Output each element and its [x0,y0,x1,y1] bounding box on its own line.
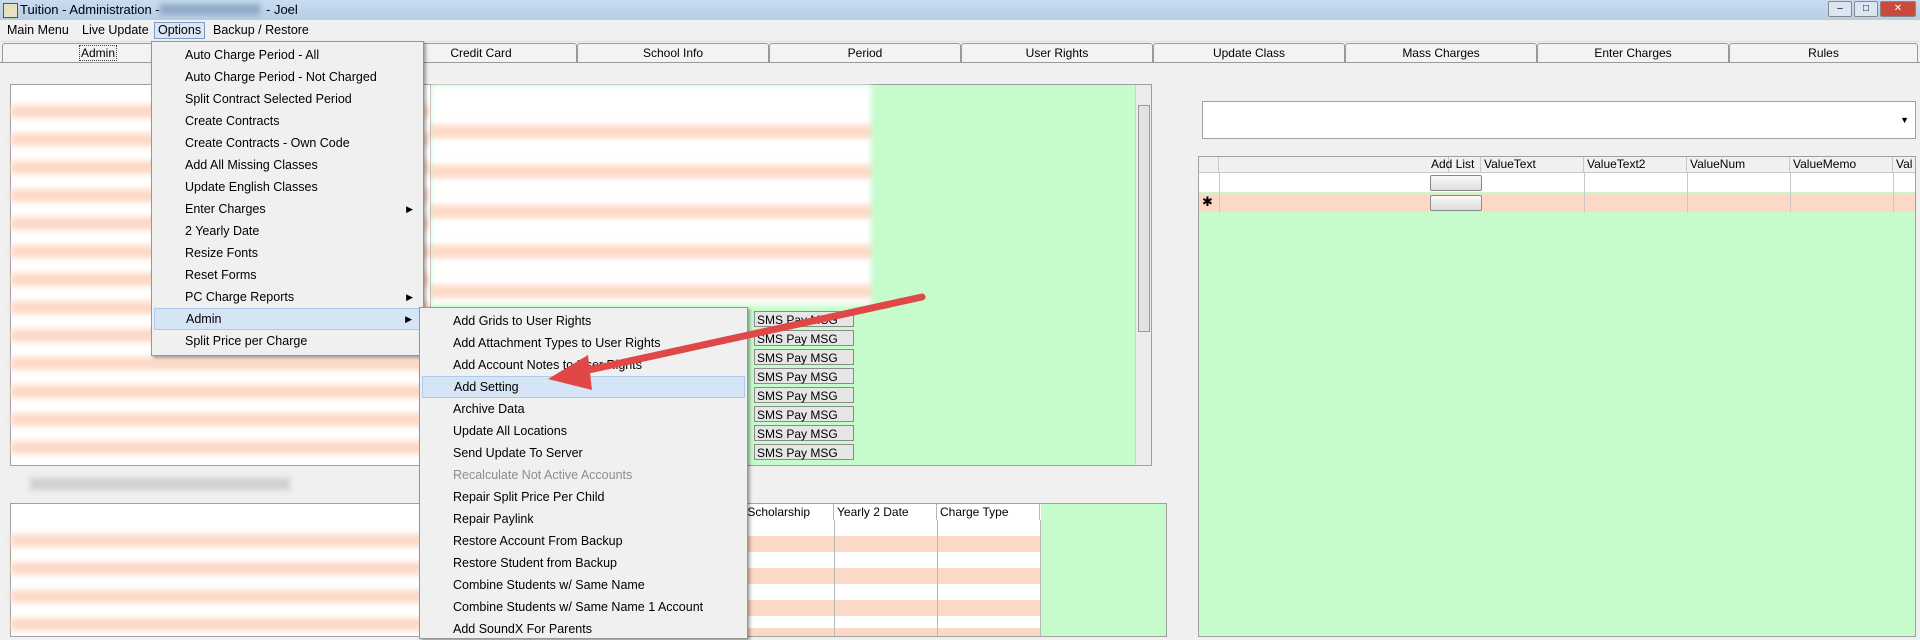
arrow-head [548,355,592,390]
arrow-shaft [571,293,926,377]
annotation-arrow [548,293,926,390]
